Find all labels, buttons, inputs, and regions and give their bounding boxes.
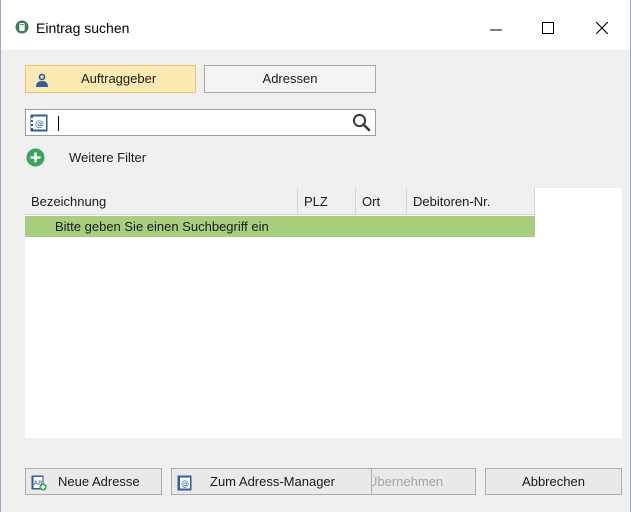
search-hint-row: Bitte geben Sie einen Suchbegriff ein xyxy=(25,216,535,237)
tab-adressen-label: Adressen xyxy=(262,71,318,86)
more-filters-label: Weitere Filter xyxy=(69,150,147,165)
column-header-debitoren-nr[interactable]: Debitoren-Nr. xyxy=(407,188,535,215)
minimize-icon xyxy=(490,29,502,31)
address-manager-icon: @ xyxy=(177,474,193,499)
column-header-plz[interactable]: PLZ xyxy=(298,188,356,215)
tab-adressen[interactable]: Adressen xyxy=(204,65,376,93)
dialog-window: Eintrag suchen Auftraggeber Adressen @ W… xyxy=(0,0,631,512)
title-bar[interactable]: Eintrag suchen xyxy=(1,0,630,50)
svg-text:@: @ xyxy=(35,120,44,130)
results-grid[interactable]: Bezeichnung PLZ Ort Debitoren-Nr. Bitte … xyxy=(25,188,622,438)
search-input[interactable] xyxy=(54,112,344,133)
maximize-button[interactable] xyxy=(525,12,571,44)
grid-header: Bezeichnung PLZ Ort Debitoren-Nr. xyxy=(25,188,535,215)
tab-auftraggeber-label: Auftraggeber xyxy=(81,71,157,86)
text-cursor xyxy=(58,116,59,131)
new-address-icon: AB xyxy=(31,474,47,499)
apply-label: Übernehmen xyxy=(371,474,444,489)
close-icon xyxy=(596,22,608,34)
tab-auftraggeber[interactable]: Auftraggeber xyxy=(25,65,196,93)
search-field[interactable]: @ xyxy=(25,109,376,136)
new-address-label: Neue Adresse xyxy=(58,474,140,489)
person-icon xyxy=(34,71,50,97)
column-header-bezeichnung[interactable]: Bezeichnung xyxy=(25,188,298,215)
apply-button[interactable]: Übernehmen xyxy=(371,468,476,495)
address-manager-label: Zum Adress-Manager xyxy=(210,474,335,489)
window-title: Eintrag suchen xyxy=(36,20,130,36)
svg-text:@: @ xyxy=(181,479,189,488)
address-book-icon: @ xyxy=(30,114,48,135)
close-button[interactable] xyxy=(579,12,625,44)
cancel-button[interactable]: Abbrechen xyxy=(485,468,622,495)
column-header-ort[interactable]: Ort xyxy=(356,188,407,215)
address-manager-button[interactable]: @ Zum Adress-Manager xyxy=(171,468,373,495)
new-address-button[interactable]: AB Neue Adresse xyxy=(25,468,162,495)
search-icon[interactable] xyxy=(352,113,371,135)
maximize-icon xyxy=(542,22,554,34)
app-icon xyxy=(15,20,29,34)
minimize-button[interactable] xyxy=(473,12,519,44)
plus-circle-icon xyxy=(26,148,45,170)
